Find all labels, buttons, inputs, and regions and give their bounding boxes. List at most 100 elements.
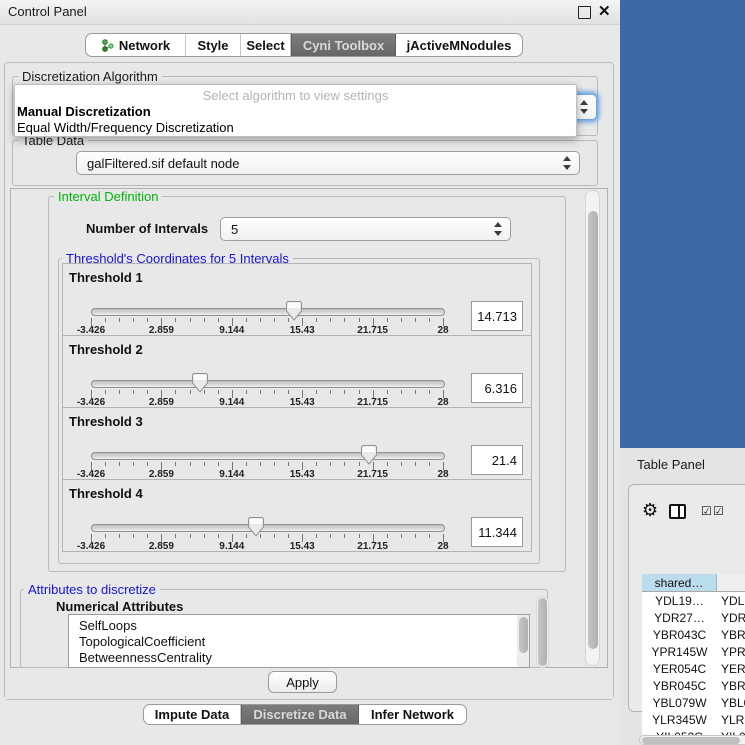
screen: Control Panel ✕ Network Style Select Cyn… <box>0 0 745 745</box>
threshold-row: Threshold 2-3.4262.8599.14415.4321.71528… <box>62 335 532 408</box>
slider-minor-tick <box>401 534 402 538</box>
main-scrollbar[interactable] <box>585 190 600 666</box>
node-table-rows: YDL19…YDL1YDR27…YDR2YBR043CYBR0YPR145WYP… <box>642 592 745 735</box>
slider-minor-tick <box>274 534 275 538</box>
tab-network[interactable]: Network <box>86 34 186 56</box>
slider-minor-tick <box>316 534 317 538</box>
threshold-slider-thumb[interactable] <box>248 517 264 537</box>
tab-discretize-data[interactable]: Discretize Data <box>241 705 359 724</box>
number-of-intervals-combobox[interactable]: 5 <box>220 217 511 241</box>
attribute-list-item[interactable]: BetweennessCentrality <box>69 650 529 666</box>
slider-minor-tick <box>401 318 402 322</box>
algorithm-option-equal-width[interactable]: Equal Width/Frequency Discretization <box>17 120 234 135</box>
gear-icon[interactable]: ⚙ <box>642 500 658 521</box>
threshold-value-field[interactable]: 14.713 <box>471 301 523 331</box>
node-table-header: shared…na <box>642 574 745 592</box>
threshold-value-field[interactable]: 11.344 <box>471 517 523 547</box>
slider-minor-tick <box>105 390 106 394</box>
table-data-value: galFiltered.sif default node <box>87 156 239 171</box>
table-row[interactable]: YER054CYER0 <box>642 660 745 677</box>
slider-minor-tick <box>133 462 134 466</box>
table-horizontal-scrollbar[interactable] <box>639 735 745 745</box>
tab-cyni-toolbox[interactable]: Cyni Toolbox <box>291 34 396 56</box>
tab-network-label: Network <box>119 38 170 53</box>
slider-minor-tick <box>288 390 289 394</box>
threshold-slider-thumb[interactable] <box>192 373 208 393</box>
threshold-slider-thumb[interactable] <box>286 301 302 321</box>
slider-minor-tick <box>218 462 219 466</box>
table-column-header[interactable]: shared… <box>642 574 717 592</box>
bottom-tabbar: Impute Data Discretize Data Infer Networ… <box>143 704 467 725</box>
slider-minor-tick <box>274 318 275 322</box>
table-cell: YBL079W <box>642 694 717 711</box>
algorithm-prompt-option[interactable]: Select algorithm to view settings <box>15 88 576 103</box>
threshold-slider-track[interactable] <box>91 524 445 532</box>
attribute-list-item[interactable]: TopologicalCoefficient <box>69 634 529 650</box>
tab-infer-network[interactable]: Infer Network <box>359 705 466 724</box>
table-row[interactable]: YBR045CYBR0 <box>642 677 745 694</box>
tab-style[interactable]: Style <box>186 34 241 56</box>
tab-jactivemnodules[interactable]: jActiveMNodules <box>396 34 522 56</box>
threshold-slider-track[interactable] <box>91 380 445 388</box>
numerical-attributes-list[interactable]: SelfLoopsTopologicalCoefficientBetweenne… <box>68 614 530 668</box>
threshold-slider-track[interactable] <box>91 308 445 316</box>
slider-minor-tick <box>119 318 120 322</box>
table-column-header[interactable]: na <box>717 574 745 592</box>
table-data-combobox[interactable]: galFiltered.sif default node <box>76 151 580 175</box>
float-window-icon[interactable] <box>578 6 591 19</box>
attributes-pane-scrollbar[interactable] <box>536 596 549 668</box>
close-icon[interactable]: ✕ <box>598 2 611 20</box>
slider-minor-tick <box>147 462 148 466</box>
slider-tick-label: -3.426 <box>77 541 105 552</box>
slider-minor-tick <box>330 390 331 394</box>
algorithm-option-manual[interactable]: Manual Discretization <box>17 104 151 119</box>
slider-minor-tick <box>119 462 120 466</box>
threshold-label: Threshold 2 <box>69 342 143 357</box>
table-row[interactable]: YPR145WYPR1 <box>642 643 745 660</box>
slider-minor-tick <box>359 390 360 394</box>
slider-minor-tick <box>218 534 219 538</box>
threshold-label: Threshold 3 <box>69 414 143 429</box>
table-row[interactable]: YDR27…YDR2 <box>642 609 745 626</box>
combo-stepper-icon <box>563 156 572 170</box>
attributes-list-scrollbar[interactable] <box>517 615 529 667</box>
slider-minor-tick <box>330 534 331 538</box>
slider-minor-tick <box>288 462 289 466</box>
table-row[interactable]: YIL052CYIL0 <box>642 728 745 735</box>
slider-minor-tick <box>387 462 388 466</box>
apply-button[interactable]: Apply <box>268 671 337 693</box>
table-row[interactable]: YBL079WYBL0 <box>642 694 745 711</box>
threshold-slider-track[interactable] <box>91 452 445 460</box>
slider-minor-tick <box>133 318 134 322</box>
slider-minor-tick <box>344 390 345 394</box>
slider-minor-tick <box>246 390 247 394</box>
slider-minor-tick <box>274 390 275 394</box>
threshold-value-field[interactable]: 6.316 <box>471 373 523 403</box>
tab-select[interactable]: Select <box>241 34 291 56</box>
tab-jactivemnodules-label: jActiveMNodules <box>407 38 512 53</box>
threshold-slider-thumb[interactable] <box>361 445 377 465</box>
table-cell: YBL0 <box>717 694 745 711</box>
slider-minor-tick <box>105 462 106 466</box>
numerical-attributes-heading: Numerical Attributes <box>56 599 183 614</box>
table-row[interactable]: YDL19…YDL1 <box>642 592 745 609</box>
threshold-value-field[interactable]: 21.4 <box>471 445 523 475</box>
checkbox-checked-icon[interactable]: ☑ <box>713 504 724 518</box>
slider-tick-label: 28 <box>437 541 448 552</box>
slider-minor-tick <box>387 534 388 538</box>
slider-minor-tick <box>105 318 106 322</box>
tab-impute-data[interactable]: Impute Data <box>144 705 241 724</box>
slider-minor-tick <box>415 534 416 538</box>
checkbox-checked-icon[interactable]: ☑ <box>701 504 712 518</box>
table-row[interactable]: YBR043CYBR0 <box>642 626 745 643</box>
desktop-background: GAL80GACGAL11GAL4GCY1HHAP2 <box>620 0 745 448</box>
slider-minor-tick <box>147 534 148 538</box>
table-cell: YDR27… <box>642 609 717 626</box>
tab-discretize-data-label: Discretize Data <box>253 707 346 722</box>
split-columns-icon[interactable] <box>669 504 686 519</box>
slider-minor-tick <box>260 390 261 394</box>
attribute-list-item[interactable]: SelfLoops <box>69 618 529 634</box>
control-panel-titlebar: Control Panel ✕ <box>0 0 620 25</box>
tab-select-label: Select <box>246 38 284 53</box>
table-row[interactable]: YLR345WYLR3 <box>642 711 745 728</box>
